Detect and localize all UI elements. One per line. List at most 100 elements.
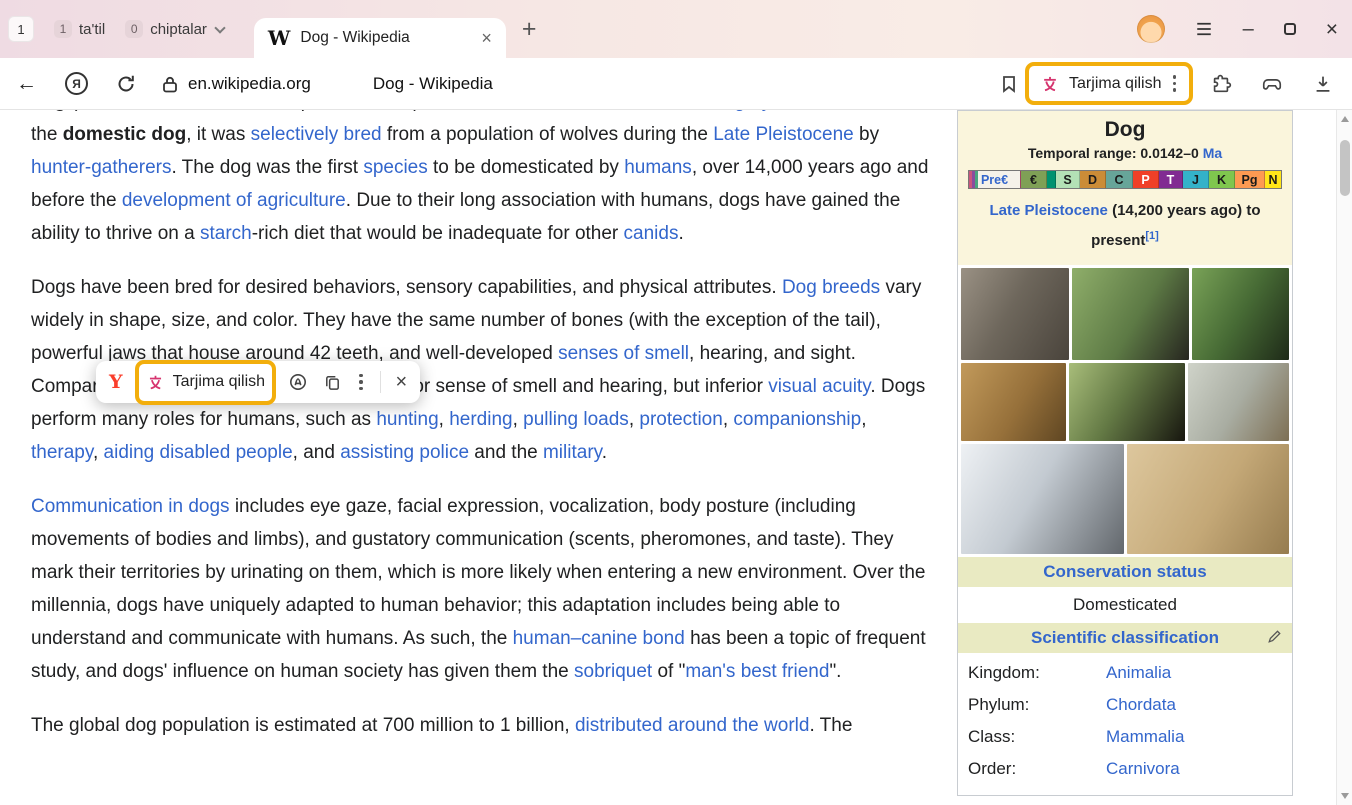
- text-segment: includes eye gaze, facial expression, vo…: [31, 496, 925, 649]
- text-segment: , it was: [186, 124, 250, 145]
- wiki-link[interactable]: visual acuity: [768, 376, 870, 397]
- text-segment: , and: [293, 442, 341, 463]
- wiki-link[interactable]: Communication in dogs: [31, 496, 230, 517]
- wiki-link[interactable]: Dog breeds: [782, 277, 880, 298]
- close-icon[interactable]: ×: [396, 372, 408, 392]
- translate-icon: [1040, 74, 1060, 94]
- scrollbar[interactable]: [1336, 110, 1352, 805]
- site-domain[interactable]: en.wikipedia.org: [188, 74, 311, 94]
- maximize-button[interactable]: [1284, 23, 1296, 35]
- scrollbar-thumb[interactable]: [1340, 140, 1350, 196]
- scroll-up-arrow[interactable]: [1341, 116, 1349, 122]
- back-icon[interactable]: ←: [16, 72, 37, 96]
- dog-photo[interactable]: [961, 268, 1069, 360]
- refresh-icon[interactable]: [116, 74, 136, 94]
- popup-translate-label: Tarjima qilish: [173, 373, 265, 391]
- text-segment: domestic dog: [63, 124, 187, 145]
- wiki-link[interactable]: therapy: [31, 442, 93, 463]
- wiki-link[interactable]: development of agriculture: [122, 190, 346, 211]
- taxon-link[interactable]: Mammalia: [1106, 727, 1184, 747]
- address-bar: ← Я en.wikipedia.org Dog - Wikipedia Tar…: [0, 58, 1352, 110]
- close-button[interactable]: ×: [1326, 19, 1338, 40]
- wiki-link[interactable]: pulling loads: [523, 409, 629, 430]
- more-options-icon[interactable]: [357, 372, 365, 393]
- tab-group-vacation[interactable]: 1 ta'til: [44, 12, 115, 46]
- more-options-icon[interactable]: [1171, 73, 1179, 94]
- timescale-segment: [1047, 171, 1056, 188]
- text-segment: .: [678, 223, 683, 244]
- wiki-link[interactable]: gray wolf: [734, 110, 810, 112]
- wiki-link[interactable]: starch: [200, 223, 252, 244]
- wiki-link[interactable]: protection: [639, 409, 722, 430]
- taxon-rank: Phylum:: [968, 695, 1106, 715]
- wiki-link[interactable]: aiding disabled people: [104, 442, 293, 463]
- wiki-link[interactable]: Ma: [1203, 145, 1222, 161]
- site-security-and-domain[interactable]: en.wikipedia.org: [162, 74, 311, 94]
- text-segment: Canis lupus familiaris: [234, 110, 414, 112]
- translate-button[interactable]: Tarjima qilish: [1028, 69, 1190, 98]
- text-segment: (14,200 years ago) to present: [1091, 202, 1260, 249]
- word-lookup-icon[interactable]: [288, 372, 308, 392]
- scroll-down-arrow[interactable]: [1341, 793, 1349, 799]
- classification-rows: Kingdom:AnimaliaPhylum:ChordataClass:Mam…: [958, 653, 1292, 795]
- popup-translate-button[interactable]: Tarjima qilish: [138, 367, 273, 398]
- yandex-browser-icon[interactable]: Я: [65, 72, 88, 95]
- wiki-link[interactable]: selectively bred: [251, 124, 382, 145]
- wiki-link[interactable]: herding: [449, 409, 512, 430]
- timescale-segment: C: [1106, 171, 1133, 188]
- conservation-status-header[interactable]: Conservation status: [958, 557, 1292, 587]
- wiki-link[interactable]: humans: [624, 157, 692, 178]
- chevron-down-icon[interactable]: [214, 22, 225, 33]
- classification-row: Order:Carnivora: [958, 753, 1292, 785]
- page-content: dog (Canis familiaris or Canis lupus fam…: [0, 110, 1352, 805]
- tab-group-tickets[interactable]: 0 chiptalar: [115, 12, 238, 46]
- tab-close-icon[interactable]: ×: [481, 29, 492, 47]
- classification-header[interactable]: Scientific classification: [958, 623, 1292, 653]
- dog-photo[interactable]: [1192, 268, 1289, 360]
- timescale-segment: K: [1209, 171, 1235, 188]
- new-tab-button[interactable]: +: [522, 17, 537, 42]
- edit-pencil-icon[interactable]: [1267, 629, 1282, 644]
- window-tab-counter[interactable]: 1: [8, 16, 34, 42]
- timescale-segment: S: [1056, 171, 1080, 188]
- wiki-link[interactable]: canids: [624, 223, 679, 244]
- wiki-link[interactable]: hunting: [376, 409, 438, 430]
- geological-timescale[interactable]: Pre€€SDCPTJKPgN: [968, 170, 1282, 189]
- dog-photo[interactable]: [961, 363, 1066, 441]
- minimize-button[interactable]: –: [1243, 19, 1254, 39]
- dog-photo[interactable]: [1069, 363, 1184, 441]
- download-icon[interactable]: [1312, 73, 1334, 95]
- extensions-puzzle-icon[interactable]: [1210, 73, 1232, 95]
- wiki-link[interactable]: species: [363, 157, 427, 178]
- gamepad-icon[interactable]: [1260, 73, 1284, 95]
- wiki-link[interactable]: companionship: [733, 409, 861, 430]
- taxon-link[interactable]: Carnivora: [1106, 759, 1180, 779]
- wiki-link[interactable]: senses of smell: [558, 343, 689, 364]
- dog-photo[interactable]: [1127, 444, 1290, 554]
- wiki-link[interactable]: Late Pleistocene: [713, 124, 854, 145]
- tab-dog-wikipedia[interactable]: W Dog - Wikipedia ×: [254, 18, 506, 58]
- profile-avatar[interactable]: [1137, 15, 1165, 43]
- wiki-link[interactable]: distributed around the world: [575, 715, 809, 736]
- text-segment: ,: [861, 409, 866, 430]
- wiki-link[interactable]: assisting police: [340, 442, 469, 463]
- menu-icon[interactable]: [1195, 21, 1213, 37]
- text-segment: .: [602, 442, 607, 463]
- copy-icon[interactable]: [323, 373, 342, 392]
- wiki-link[interactable]: Late Pleistocene: [990, 202, 1108, 219]
- dog-photo[interactable]: [961, 444, 1124, 554]
- dog-photo[interactable]: [1072, 268, 1190, 360]
- taxon-link[interactable]: Chordata: [1106, 695, 1176, 715]
- wiki-link[interactable]: man's best friend: [685, 661, 829, 682]
- bookmark-icon[interactable]: [1000, 74, 1018, 94]
- text-segment: -rich diet that would be inadequate for …: [252, 223, 624, 244]
- wiki-link[interactable]: hunter-gatherers: [31, 157, 171, 178]
- dog-photo[interactable]: [1188, 363, 1289, 441]
- text-segment: ,: [513, 409, 524, 430]
- translate-icon: [146, 373, 165, 392]
- wiki-link[interactable]: military: [543, 442, 602, 463]
- wiki-link[interactable]: sobriquet: [574, 661, 652, 682]
- browser-window: { "chrome": { "window_badge": "1", "tab_…: [0, 0, 1352, 805]
- taxon-link[interactable]: Animalia: [1106, 663, 1171, 683]
- wiki-link[interactable]: human–canine bond: [513, 628, 685, 649]
